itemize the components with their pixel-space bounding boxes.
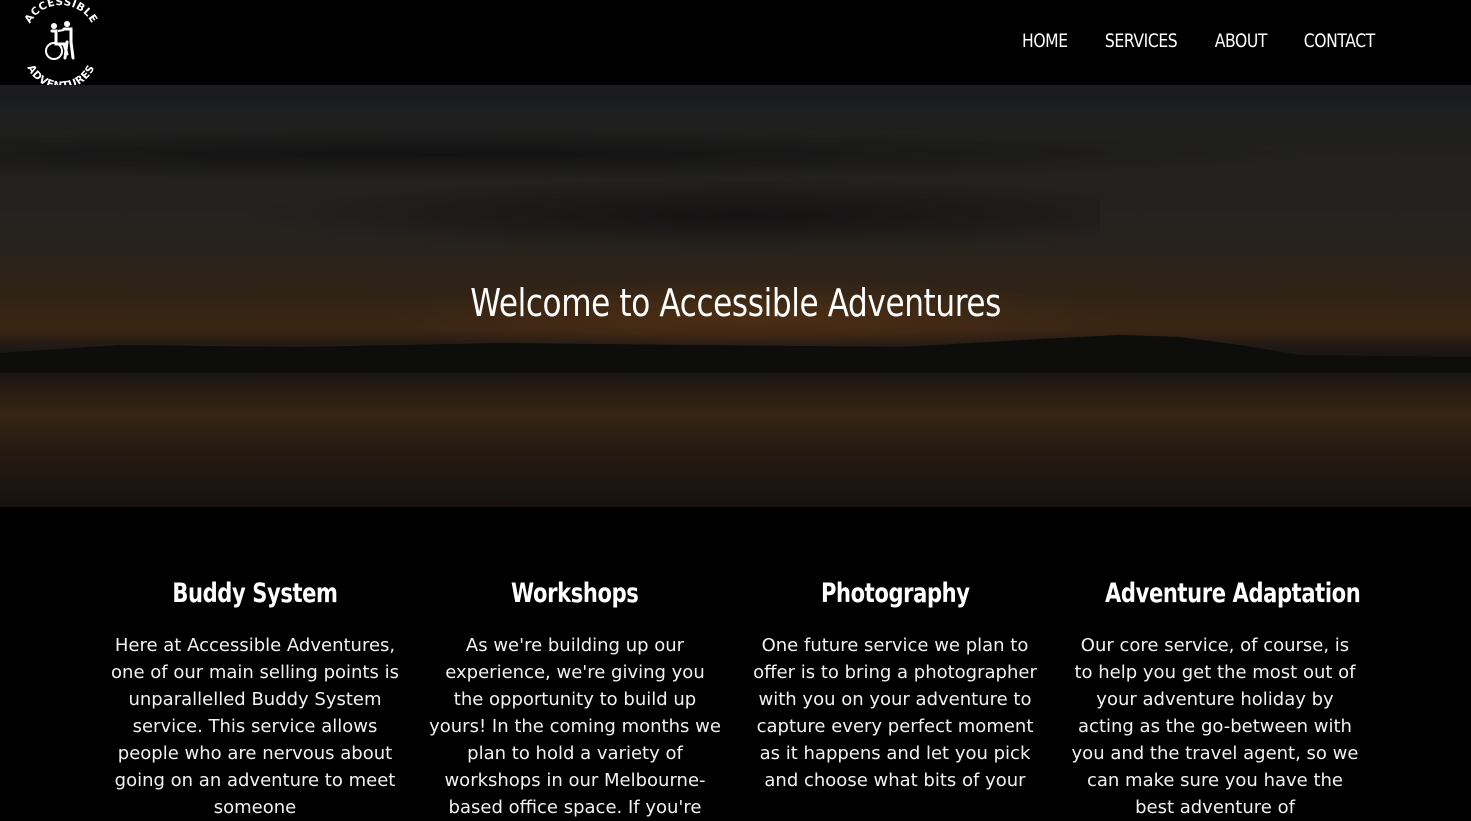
service-title-text: Buddy System bbox=[172, 578, 338, 609]
main-nav: HOME SERVICES ABOUT CONTACT bbox=[1017, 30, 1383, 52]
nav-about-link[interactable]: ABOUT bbox=[1214, 30, 1267, 52]
service-title-text: Photography bbox=[820, 578, 970, 609]
wheelchair-buddy-icon bbox=[45, 21, 75, 60]
service-title-text: Workshops bbox=[511, 578, 639, 609]
service-description: One future service we plan to offer is t… bbox=[753, 635, 1037, 791]
service-card-workshops: Workshops As we're building up our exper… bbox=[415, 578, 735, 821]
svg-text:ACCESSIBLE: ACCESSIBLE bbox=[22, 0, 99, 25]
hero-title: Welcome to Accessible Adventures bbox=[0, 281, 1471, 325]
nav-home-link[interactable]: HOME bbox=[1022, 30, 1068, 52]
service-title: Workshops bbox=[429, 578, 721, 614]
nav-services-link[interactable]: SERVICES bbox=[1104, 30, 1177, 52]
svg-text:ADVENTURES: ADVENTURES bbox=[25, 63, 98, 86]
service-card-buddy-system: Buddy System Here at Accessible Adventur… bbox=[95, 578, 415, 821]
service-title: Buddy System bbox=[109, 578, 401, 614]
service-title: Adventure Adaptation bbox=[1069, 578, 1361, 614]
service-description: Our core service, of course, is to help … bbox=[1071, 635, 1359, 818]
hero-banner: Welcome to Accessible Adventures bbox=[0, 85, 1471, 507]
service-card-adventure-adaptation: Adventure Adaptation Our core service, o… bbox=[1055, 578, 1375, 821]
hero-title-text: Welcome to Accessible Adventures bbox=[470, 281, 1001, 325]
service-title-text: Adventure Adaptation bbox=[1105, 578, 1361, 609]
service-title: Photography bbox=[749, 578, 1041, 614]
service-description: As we're building up our experience, we'… bbox=[429, 635, 721, 818]
site-header: ACCESSIBLE ADVENTURES HOME SERVICES ABOU… bbox=[0, 0, 1471, 86]
services-section: Buddy System Here at Accessible Adventur… bbox=[95, 578, 1375, 821]
site-logo[interactable]: ACCESSIBLE ADVENTURES bbox=[18, 0, 104, 86]
nav-contact-link[interactable]: CONTACT bbox=[1304, 30, 1375, 52]
service-card-photography: Photography One future service we plan t… bbox=[735, 578, 1055, 821]
logo-text-top: ACCESSIBLE bbox=[22, 0, 99, 25]
service-description: Here at Accessible Adventures, one of ou… bbox=[111, 635, 399, 818]
logo-text-bottom: ADVENTURES bbox=[25, 63, 97, 86]
